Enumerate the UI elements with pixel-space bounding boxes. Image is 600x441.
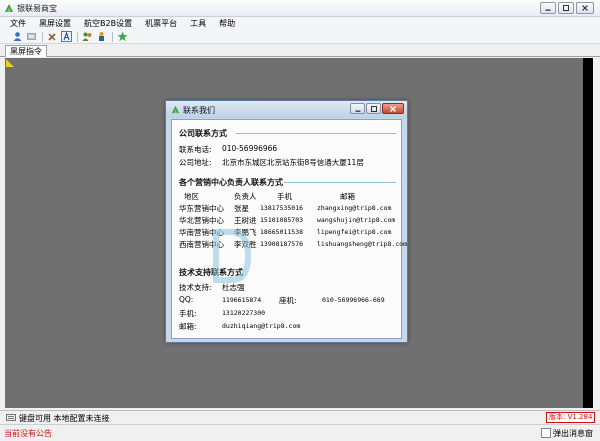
email-label: 邮箱: (179, 322, 197, 331)
popup-checkbox-label[interactable]: 弹出消息窗 (553, 428, 593, 439)
company-heading: 公司联系方式 (179, 129, 227, 138)
corner-marker-icon (6, 59, 14, 67)
manager-cell: 李双胜 (234, 240, 257, 249)
support-label: 技术支持: (179, 283, 212, 292)
phone-label: 联系电话: (179, 145, 212, 154)
gear-star-icon[interactable] (117, 31, 128, 42)
landline-value: 010-56996966-669 (322, 296, 385, 304)
close-icon (582, 5, 588, 11)
tools-icon[interactable] (47, 31, 58, 42)
email-cell: lishuangsheng@trip8.com (317, 240, 408, 248)
user-icon[interactable] (12, 31, 23, 42)
region-cell: 华东营销中心 (179, 204, 224, 213)
email-cell: zhangxing@trip8.com (317, 204, 392, 212)
menu-file[interactable]: 文件 (10, 17, 26, 30)
maximize-icon (370, 105, 377, 112)
menu-ticket-platform[interactable]: 机票平台 (145, 17, 177, 30)
close-button[interactable] (576, 2, 594, 14)
tech-heading: 技术支持联系方式 (179, 268, 243, 277)
window-title: 银联易商宝 (17, 4, 57, 13)
table-header-email: 邮箱 (340, 192, 355, 201)
toolbar-separator (42, 31, 43, 42)
keyboard-icon (6, 414, 16, 421)
dialog-body: 公司联系方式 联系电话: 010-56996966 公司地址: 北京市东城区北京… (171, 119, 407, 339)
region-cell: 华北营销中心 (179, 216, 224, 225)
toolbar-separator (112, 31, 113, 42)
support-name: 杜志强 (222, 283, 245, 292)
email-cell: wangshujin@trip8.com (317, 216, 396, 224)
version-badge: 版本: V1.284 (546, 412, 596, 423)
section-divider (284, 182, 396, 183)
mobile-cell: 13817535016 (260, 204, 304, 212)
menu-help[interactable]: 帮助 (219, 17, 235, 30)
mobile-label: 手机: (179, 309, 197, 318)
tab-blackscreen-command[interactable]: 黑屏指令 (5, 45, 47, 57)
app-leaf-icon (5, 4, 13, 12)
popup-checkbox[interactable] (541, 428, 551, 438)
email-cell: lipengfei@trip8.com (317, 228, 392, 236)
maximize-icon (563, 5, 569, 11)
manager-cell: 王树进 (234, 216, 257, 225)
manager-cell: 李鹏飞 (234, 228, 257, 237)
minimize-icon (545, 9, 551, 11)
dialog-titlebar[interactable]: 联系我们 (166, 101, 407, 118)
right-edge (593, 58, 600, 408)
status-bar: 键盘可用 本地配置未连接 版本: V1.284 (0, 410, 600, 423)
menu-bar: 文件 黑屏设置 航空B2B设置 机票平台 工具 帮助 (0, 17, 600, 30)
menu-b2b-settings[interactable]: 航空B2B设置 (84, 17, 132, 30)
manager-cell: 张星 (234, 204, 249, 213)
address-label: 公司地址: (179, 158, 212, 167)
mobile-cell: 13908187576 (260, 240, 304, 248)
email-value: duzhiqiang@trip8.com (222, 322, 301, 330)
table-header-region: 地区 (184, 192, 199, 201)
maximize-button[interactable] (558, 2, 574, 14)
agent-icon[interactable] (96, 31, 107, 42)
connection-status: 键盘可用 本地配置未连接 (19, 414, 110, 423)
dialog-title: 联系我们 (183, 106, 215, 115)
app-leaf-icon (171, 105, 180, 114)
region-cell: 华南营销中心 (179, 228, 224, 237)
terminal-scrollbar[interactable] (583, 58, 593, 408)
mobile-cell: 18665011538 (260, 228, 304, 236)
dialog-minimize-button[interactable] (350, 103, 365, 114)
announcement-bar: 当前没有公告 弹出消息窗 (0, 424, 600, 441)
region-cell: 西南营销中心 (179, 240, 224, 249)
table-header-manager: 负责人 (234, 192, 257, 201)
announcement-text: 当前没有公告 (4, 429, 52, 438)
qq-label: QQ: (179, 295, 194, 304)
dialog-close-button[interactable] (382, 103, 404, 114)
mobile-value: 13120227300 (222, 309, 266, 317)
section-divider (236, 133, 396, 134)
close-icon (390, 105, 396, 112)
window-controls (540, 2, 594, 14)
contact-dialog: 联系我们 公司联系方式 联系电话: 010-56996966 公司地址: 北京市… (165, 100, 408, 343)
toolbar-separator (77, 31, 78, 42)
minimize-button[interactable] (540, 2, 556, 14)
menu-blackscreen-settings[interactable]: 黑屏设置 (39, 17, 71, 30)
toolbar (0, 30, 600, 44)
minimize-icon (355, 110, 360, 112)
menu-tools[interactable]: 工具 (190, 17, 206, 30)
settings-icon[interactable] (26, 31, 37, 42)
window-titlebar: 银联易商宝 (0, 0, 600, 17)
landline-label: 座机: (279, 296, 297, 305)
company-phone: 010-56996966 (222, 144, 278, 153)
mobile-cell: 15101085703 (260, 216, 304, 224)
people-icon[interactable] (82, 31, 93, 42)
dialog-maximize-button[interactable] (366, 103, 381, 114)
font-icon[interactable] (61, 31, 72, 42)
dialog-controls (350, 103, 404, 114)
company-address: 北京市东城区北京站东街8号信通大厦11层 (222, 158, 364, 167)
table-header-mobile: 手机 (277, 192, 292, 201)
qq-value: 1196615874 (222, 296, 262, 304)
tab-strip: 黑屏指令 (0, 44, 600, 57)
sales-heading: 各个营销中心负责人联系方式 (179, 178, 283, 187)
